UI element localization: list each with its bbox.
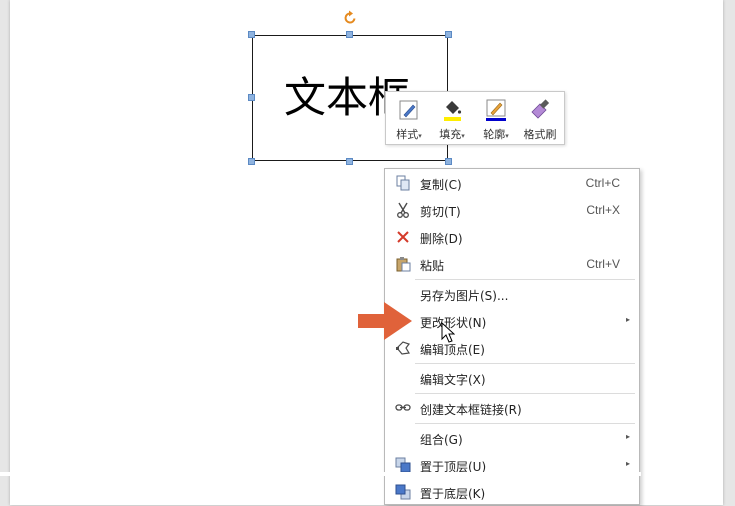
menu-item-label: 编辑文字(X) (420, 373, 486, 387)
outline-label: 轮廓 (483, 128, 506, 141)
paste-icon (395, 256, 411, 272)
annotation-arrow-icon (358, 300, 414, 342)
menu-item-cut[interactable]: 剪切(T) Ctrl+X (386, 197, 638, 224)
submenu-arrow-icon: ▸ (625, 315, 630, 324)
dropdown-caret-icon: ▾ (418, 132, 422, 140)
fill-button[interactable]: 填充▾ (431, 96, 473, 142)
menu-separator (415, 363, 635, 364)
outline-button[interactable]: 轮廓▾ (475, 96, 517, 142)
menu-item-label: 置于底层(K) (420, 487, 486, 501)
shortcut-text: Ctrl+X (586, 203, 620, 217)
context-menu: 复制(C) Ctrl+C 剪切(T) Ctrl+X 删除(D) 粘贴 Ctrl+… (384, 168, 640, 505)
shortcut-text: Ctrl+C (585, 176, 620, 190)
resize-handle-bottom-left[interactable] (248, 158, 255, 165)
style-label: 样式 (396, 128, 419, 141)
style-icon (397, 98, 421, 122)
menu-item-delete[interactable]: 删除(D) (386, 224, 638, 251)
style-button[interactable]: 样式▾ (388, 96, 430, 142)
format-painter-icon (528, 98, 552, 122)
submenu-arrow-icon: ▸ (625, 432, 630, 441)
menu-separator (415, 423, 635, 424)
fill-label: 填充 (439, 128, 462, 141)
dropdown-caret-icon: ▾ (505, 132, 509, 140)
menu-item-edit-text[interactable]: 编辑文字(X) (386, 365, 638, 392)
format-painter-button[interactable]: 格式刷 (519, 96, 561, 142)
menu-item-copy[interactable]: 复制(C) Ctrl+C (386, 170, 638, 197)
menu-item-label: 粘贴 (420, 259, 445, 273)
menu-item-group[interactable]: 组合(G) ▸ (386, 425, 638, 452)
menu-item-label: 组合(G) (420, 433, 463, 447)
resize-handle-top[interactable] (346, 31, 353, 38)
menu-separator (415, 393, 635, 394)
resize-handle-left[interactable] (248, 94, 255, 101)
menu-item-save-as-picture[interactable]: 另存为图片(S)... (386, 281, 638, 308)
mouse-cursor-icon (441, 321, 456, 344)
outline-pen-icon (484, 98, 508, 122)
resize-handle-top-right[interactable] (445, 31, 452, 38)
bring-to-front-icon (395, 457, 411, 473)
menu-item-label: 创建文本框链接(R) (420, 403, 522, 417)
menu-item-label: 删除(D) (420, 232, 463, 246)
resize-handle-bottom[interactable] (346, 158, 353, 165)
menu-item-label: 另存为图片(S)... (420, 289, 509, 303)
menu-item-create-textbox-link[interactable]: 创建文本框链接(R) (386, 395, 638, 422)
rotate-handle-icon[interactable] (342, 10, 358, 26)
fill-bucket-icon (440, 98, 464, 122)
shortcut-text: Ctrl+V (586, 257, 620, 271)
delete-x-icon (395, 229, 411, 245)
send-to-back-icon (395, 484, 411, 500)
menu-separator (415, 279, 635, 280)
resize-handle-top-left[interactable] (248, 31, 255, 38)
scroll-divider (0, 472, 641, 476)
menu-item-paste[interactable]: 粘贴 Ctrl+V (386, 251, 638, 278)
dropdown-caret-icon: ▾ (461, 132, 465, 140)
copy-icon (395, 175, 411, 191)
resize-handle-bottom-right[interactable] (445, 158, 452, 165)
mini-toolbar: 样式▾ 填充▾ 轮廓▾ 格式刷 (385, 91, 565, 145)
scissors-icon (395, 202, 411, 218)
format-painter-label: 格式刷 (523, 128, 557, 141)
menu-item-label: 剪切(T) (420, 205, 461, 219)
submenu-arrow-icon: ▸ (625, 459, 630, 468)
link-icon (395, 400, 411, 416)
edit-points-icon (395, 340, 411, 356)
menu-item-edit-points[interactable]: 编辑顶点(E) (386, 335, 638, 362)
menu-item-change-shape[interactable]: 更改形状(N) ▸ (386, 308, 638, 335)
menu-item-send-to-back[interactable]: 置于底层(K) (386, 479, 638, 506)
menu-item-label: 复制(C) (420, 178, 462, 192)
